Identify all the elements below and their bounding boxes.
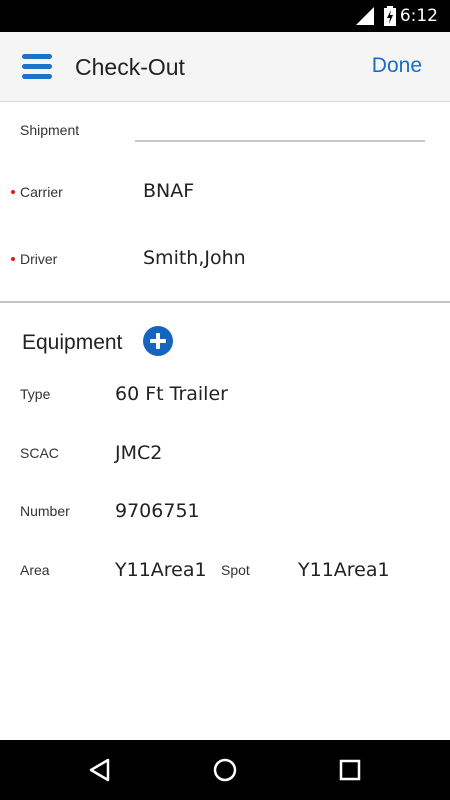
app-bar: Check-Out Done xyxy=(0,32,450,102)
driver-field[interactable]: Smith,John xyxy=(143,247,246,269)
driver-label: Driver xyxy=(20,251,58,267)
number-label: Number xyxy=(20,503,70,519)
scac-value[interactable]: JMC2 xyxy=(115,442,162,464)
scac-label: SCAC xyxy=(20,445,59,461)
done-button[interactable]: Done xyxy=(372,54,422,78)
shipment-input[interactable] xyxy=(135,140,425,142)
signal-icon xyxy=(356,7,374,25)
required-indicator xyxy=(11,257,15,261)
status-bar: 6:12 xyxy=(0,0,450,32)
home-icon[interactable] xyxy=(210,755,240,785)
back-icon[interactable] xyxy=(86,755,116,785)
area-value[interactable]: Y11Area1 xyxy=(115,559,207,581)
area-label: Area xyxy=(20,562,50,578)
hamburger-menu-icon[interactable] xyxy=(22,54,52,80)
page-title: Check-Out xyxy=(75,54,185,80)
shipment-label: Shipment xyxy=(20,122,80,138)
add-equipment-button[interactable] xyxy=(143,326,173,356)
carrier-field[interactable]: BNAF xyxy=(143,180,194,202)
recents-icon[interactable] xyxy=(335,755,365,785)
type-value[interactable]: 60 Ft Trailer xyxy=(115,383,228,405)
spot-value[interactable]: Y11Area1 xyxy=(298,559,390,581)
required-indicator xyxy=(11,190,15,194)
equipment-title: Equipment xyxy=(22,331,123,354)
status-time: 6:12 xyxy=(399,6,438,26)
section-divider xyxy=(0,301,450,303)
spot-label: Spot xyxy=(221,562,250,578)
number-value[interactable]: 9706751 xyxy=(115,500,200,522)
navigation-bar xyxy=(0,740,450,800)
type-label: Type xyxy=(20,386,51,402)
battery-charging-icon xyxy=(384,6,396,26)
carrier-label: Carrier xyxy=(20,184,63,200)
